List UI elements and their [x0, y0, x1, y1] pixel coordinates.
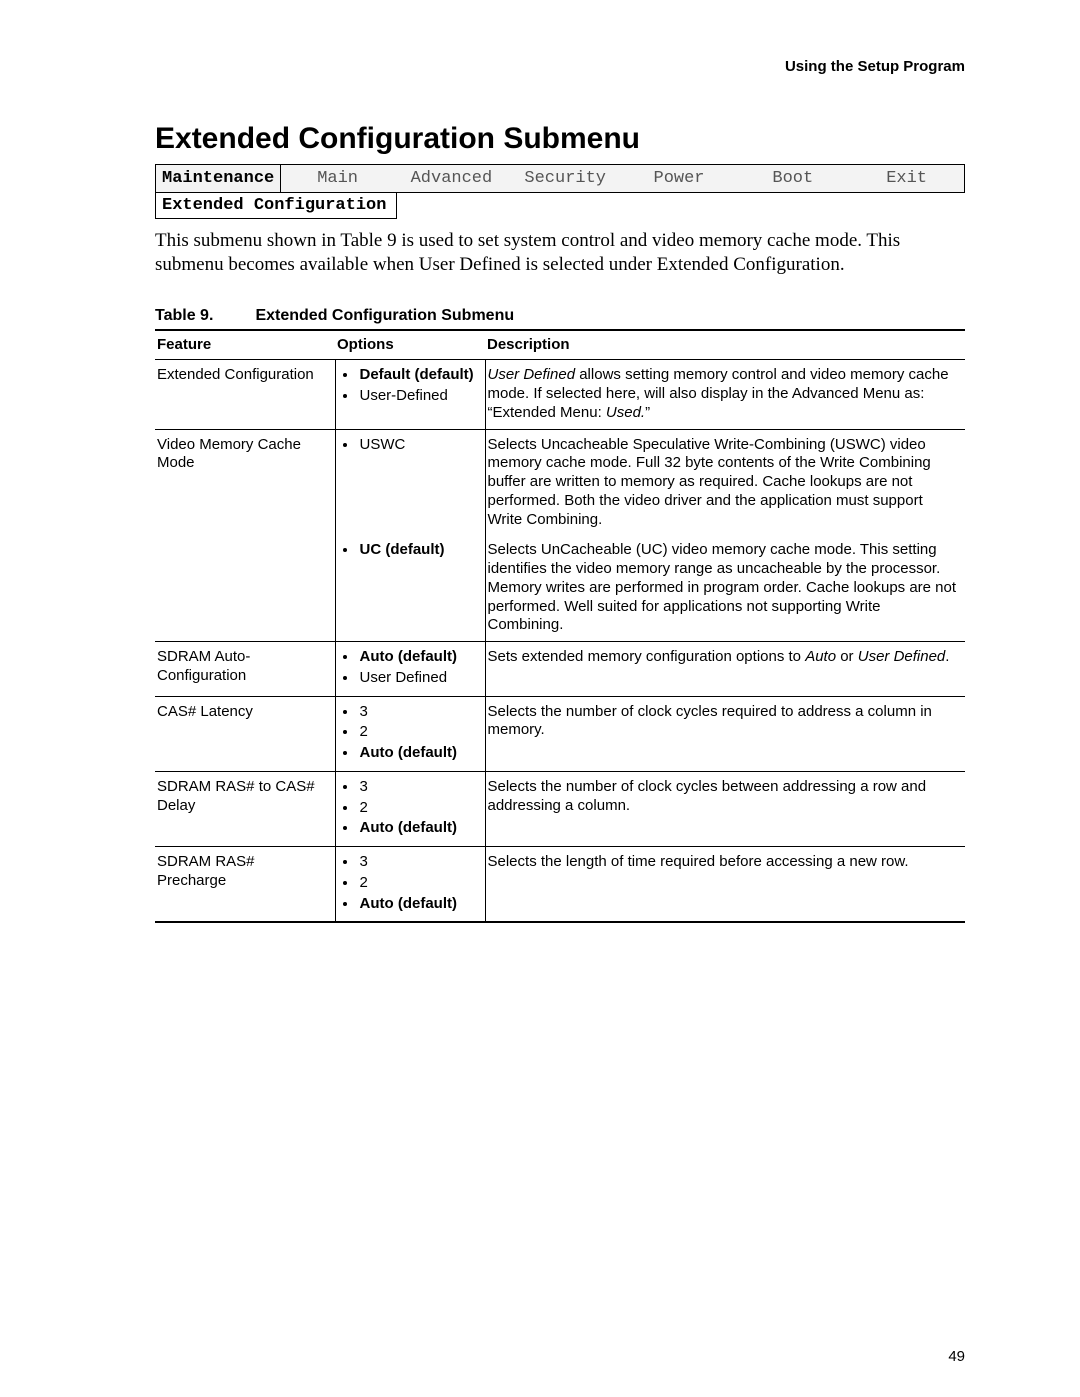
table-row: Extended Configuration Default (default) U…	[155, 360, 965, 429]
cell-feature: SDRAM RAS# to CAS# Delay	[155, 771, 335, 846]
document-page: Using the Setup Program Extended Configu…	[0, 0, 1080, 1397]
option-item: Default (default)	[358, 366, 477, 385]
option-item: Auto (default)	[358, 744, 477, 763]
bios-tab-maintenance: Maintenance	[156, 165, 281, 192]
cell-description: Selects the length of time required befo…	[485, 847, 965, 923]
cell-description: Selects the number of clock cycles requi…	[485, 696, 965, 771]
cell-feature: SDRAM RAS# Precharge	[155, 847, 335, 923]
cell-feature: SDRAM Auto-Configuration	[155, 642, 335, 697]
cell-options: UC (default)	[335, 535, 485, 641]
cell-feature: CAS# Latency	[155, 696, 335, 771]
option-item: User Defined	[358, 669, 477, 688]
cell-description: Selects UnCacheable (UC) video memory ca…	[485, 535, 965, 641]
option-item: 3	[358, 703, 477, 722]
table-caption-title: Extended Configuration Submenu	[255, 307, 514, 324]
cell-options: USWC	[335, 429, 485, 535]
intro-paragraph: This submenu shown in Table 9 is used to…	[155, 229, 965, 277]
cell-options: Default (default) User-Defined	[335, 360, 485, 429]
cell-options: 3 2 Auto (default)	[335, 847, 485, 923]
th-description: Description	[485, 330, 965, 360]
bios-tab-exit: Exit	[850, 165, 964, 192]
bios-tab-power: Power	[623, 165, 737, 192]
option-item: Auto (default)	[358, 819, 477, 838]
cell-description: Selects the number of clock cycles betwe…	[485, 771, 965, 846]
th-options: Options	[335, 330, 485, 360]
running-header: Using the Setup Program	[785, 58, 965, 75]
option-item: 3	[358, 778, 477, 797]
table-row: Video Memory Cache Mode USWC Selects Uncac…	[155, 429, 965, 535]
cell-feature: Video Memory Cache Mode	[155, 429, 335, 535]
cell-options: 3 2Auto (default)	[335, 771, 485, 846]
cell-feature	[155, 535, 335, 641]
table-row: SDRAM Auto-Configuration Auto (default) Us…	[155, 642, 965, 697]
option-item: Auto (default)	[358, 648, 477, 667]
table-row: UC (default) Selects UnCacheable (UC) vid…	[155, 535, 965, 641]
cell-description: Sets extended memory configuration optio…	[485, 642, 965, 697]
bios-tab-advanced: Advanced	[395, 165, 509, 192]
table-row: CAS# Latency 32 Auto (default) Selects the …	[155, 696, 965, 771]
table-row: SDRAM RAS# to CAS# Delay 3 2Auto (default)…	[155, 771, 965, 846]
option-item: User-Defined	[358, 387, 477, 406]
section-title: Extended Configuration Submenu	[155, 122, 965, 156]
cell-options: Auto (default) User Defined	[335, 642, 485, 697]
table-header-row: Feature Options Description	[155, 330, 965, 360]
cell-feature: Extended Configuration	[155, 360, 335, 429]
option-item: 3	[358, 853, 477, 872]
cell-options: 32 Auto (default)	[335, 696, 485, 771]
option-item: USWC	[358, 436, 477, 455]
option-item: 2	[358, 874, 477, 893]
page-number: 49	[948, 1348, 965, 1365]
bios-tab-boot: Boot	[736, 165, 850, 192]
option-item: 2	[358, 723, 477, 742]
th-feature: Feature	[155, 330, 335, 360]
cell-description: Selects Uncacheable Speculative Write-Co…	[485, 429, 965, 535]
bios-submenu-tab: Extended Configuration	[155, 193, 397, 219]
option-item: UC (default)	[358, 541, 477, 560]
bios-menu-bar: MaintenanceMainAdvancedSecurityPowerBoot…	[155, 164, 965, 193]
table-caption: Table 9. Extended Configuration Submenu	[155, 307, 965, 325]
option-item: Auto (default)	[358, 895, 477, 914]
option-item: 2	[358, 799, 477, 818]
bios-tab-main: Main	[281, 165, 395, 192]
cell-description: User Defined allows setting memory contr…	[485, 360, 965, 429]
bios-tab-security: Security	[509, 165, 623, 192]
table-caption-label: Table 9.	[155, 307, 251, 325]
config-table: Feature Options Description Extended Con…	[155, 329, 965, 924]
table-row: SDRAM RAS# Precharge 3 2 Auto (default) Sele…	[155, 847, 965, 923]
